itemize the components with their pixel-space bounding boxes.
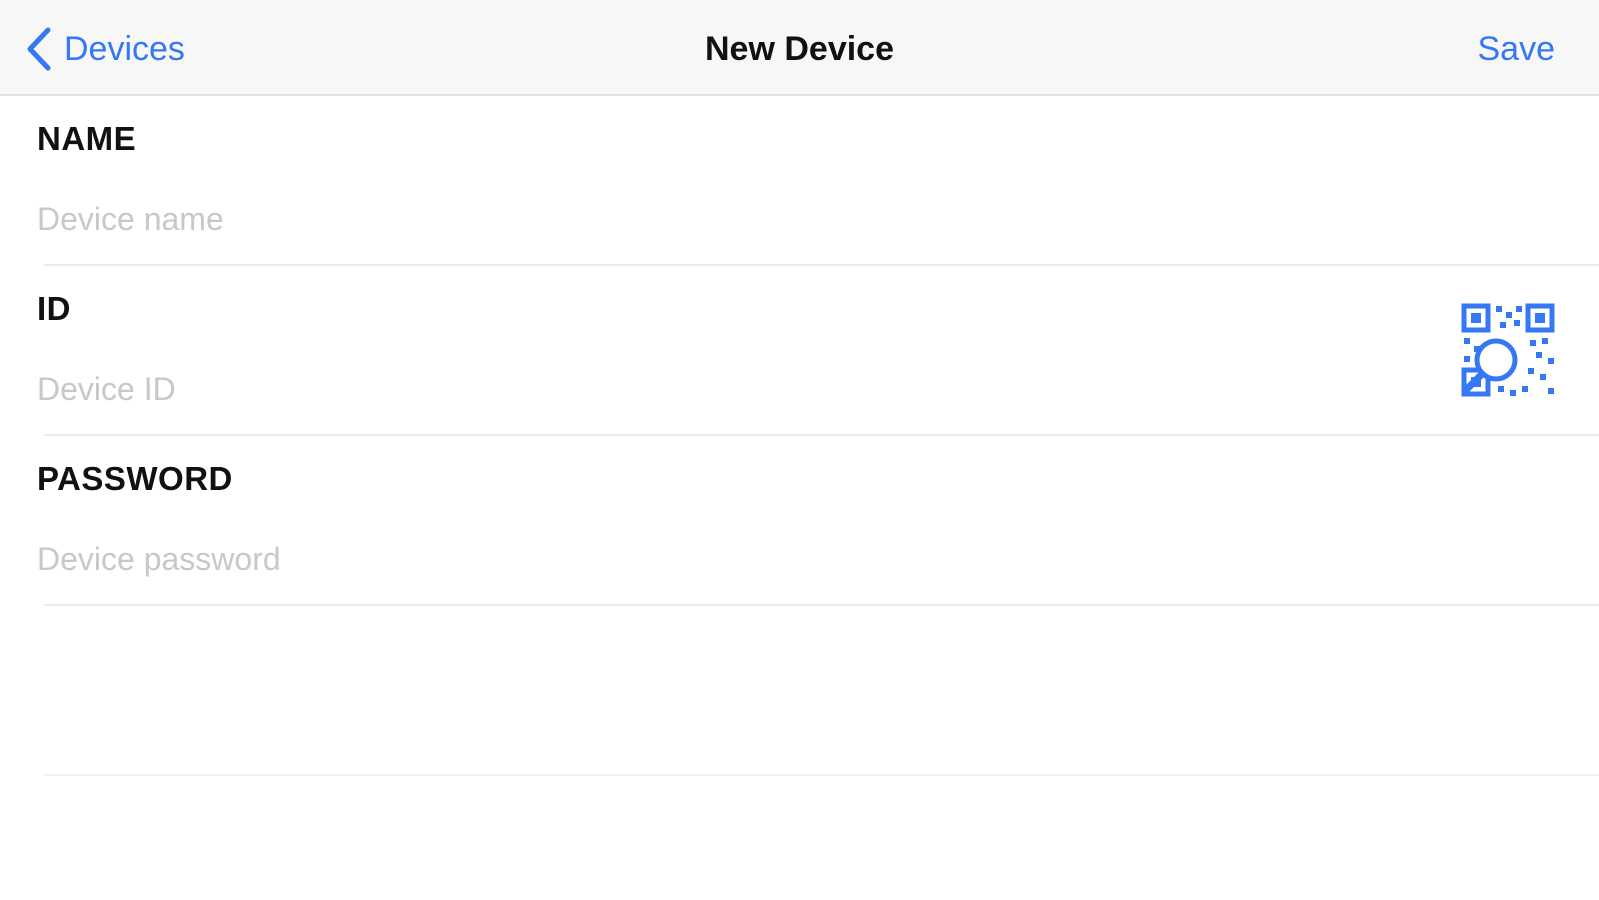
- password-field-section: PASSWORD: [0, 436, 1599, 606]
- password-field-label: PASSWORD: [37, 460, 233, 497]
- chevron-left-icon: [26, 27, 52, 71]
- name-field-label: NAME: [37, 120, 137, 157]
- save-button[interactable]: Save: [1478, 26, 1556, 72]
- divider: [44, 774, 1599, 776]
- navigation-bar: Devices New Device Save: [0, 0, 1599, 96]
- back-button[interactable]: Devices: [26, 26, 185, 72]
- page-title: New Device: [705, 30, 894, 68]
- device-id-input[interactable]: [37, 366, 1397, 412]
- back-button-label: Devices: [64, 30, 185, 68]
- device-name-input[interactable]: [37, 196, 1397, 242]
- name-field-section: NAME: [0, 96, 1599, 266]
- id-field-section: ID: [0, 266, 1599, 436]
- qr-code-scan-icon[interactable]: [1460, 302, 1556, 398]
- device-password-input[interactable]: [37, 536, 1397, 582]
- id-field-label: ID: [37, 290, 71, 327]
- divider: [44, 604, 1599, 606]
